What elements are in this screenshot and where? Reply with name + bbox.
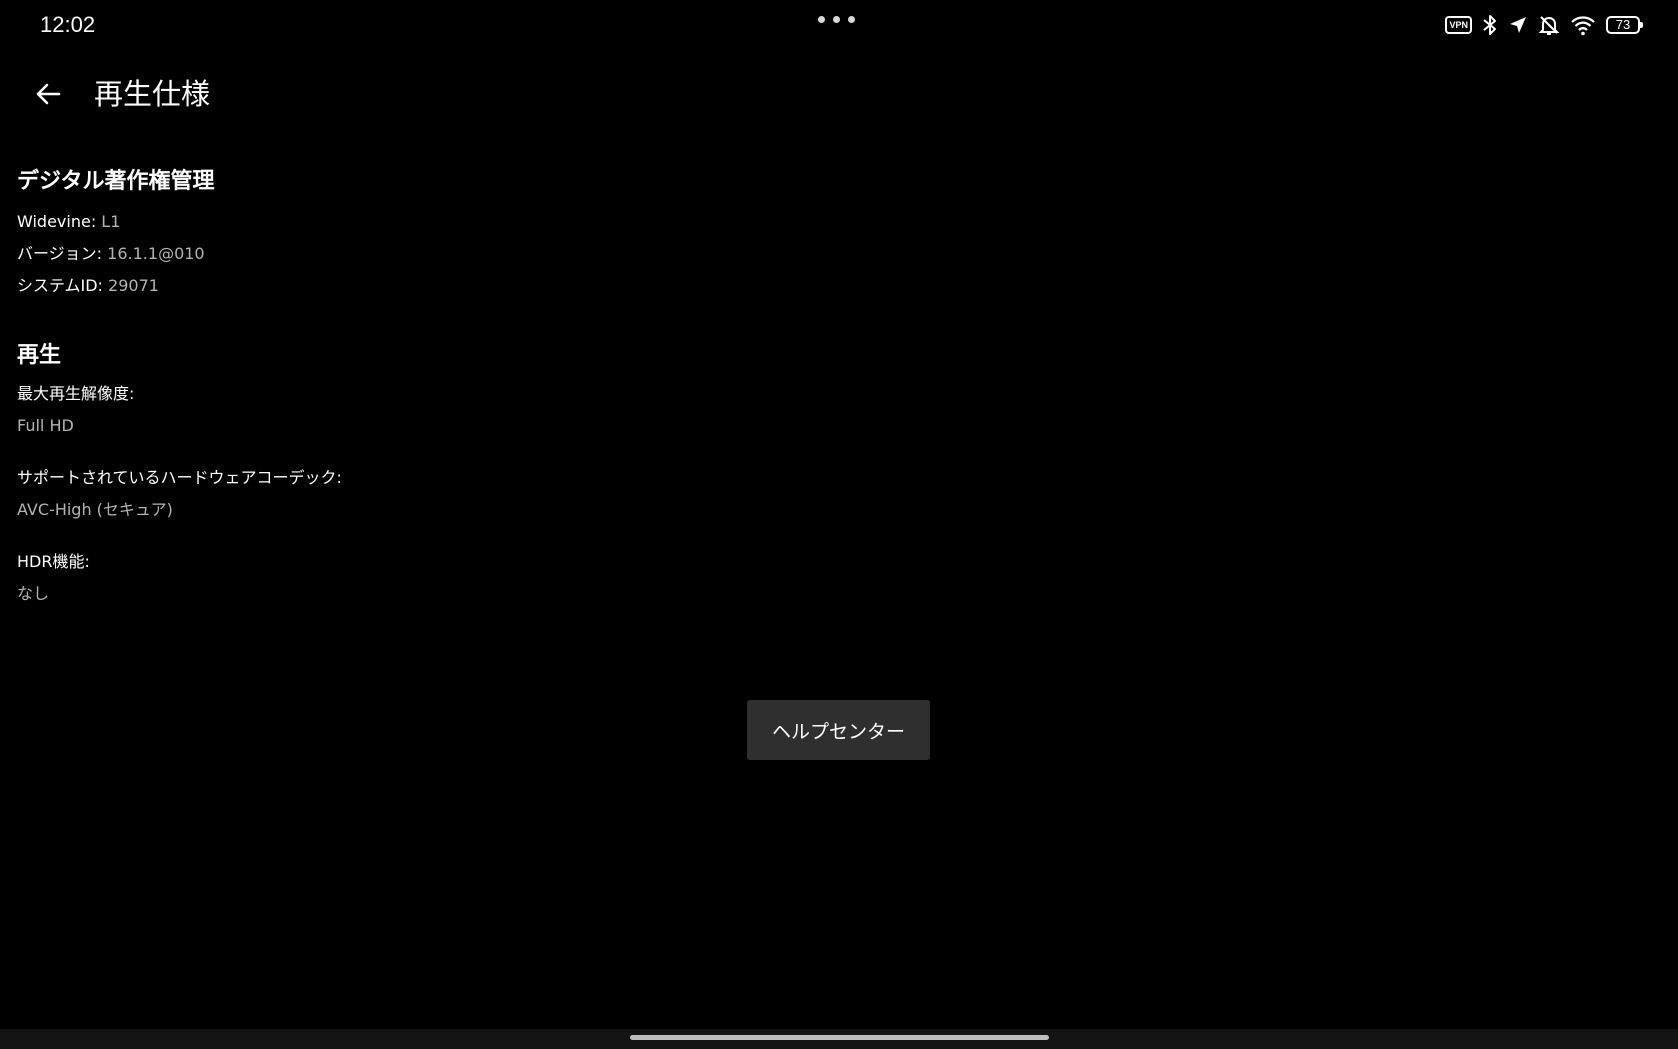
hdr-item: HDR機能: なし [17,546,717,610]
status-bar: 12:02 VPN 73 [0,0,1678,56]
max-resolution-item: 最大再生解像度: Full HD [17,378,717,442]
home-indicator[interactable] [630,1035,1049,1040]
battery-icon: 73 [1606,16,1643,34]
playback-spec-content: デジタル著作権管理 Widevine: L1 バージョン: 16.1.1@010… [17,164,717,630]
drm-section: デジタル著作権管理 Widevine: L1 バージョン: 16.1.1@010… [17,164,717,302]
playback-section-title: 再生 [17,343,62,368]
drm-system-id-key: システムID: [17,276,103,295]
bell-off-icon [1538,16,1560,35]
navigation-bar [0,1029,1678,1049]
drm-system-id-value: 29071 [108,276,159,295]
help-center-button[interactable]: ヘルプセンター [747,700,930,760]
max-resolution-label: 最大再生解像度: [17,384,135,403]
hardware-codec-label: サポートされているハードウェアコーデック: [17,468,342,487]
drm-section-title: デジタル著作権管理 [17,169,215,194]
hdr-label: HDR機能: [17,552,90,571]
hardware-codec-item: サポートされているハードウェアコーデック: AVC-High (セキュア) [17,462,717,526]
drm-version-value: 16.1.1@010 [107,244,205,263]
multitask-dots-icon[interactable] [818,16,855,23]
wifi-icon [1571,16,1595,36]
max-resolution-value: Full HD [17,416,74,435]
vpn-icon: VPN [1445,16,1472,34]
drm-version-key: バージョン: [17,244,103,263]
bluetooth-icon [1483,15,1496,35]
status-icons: VPN 73 [1445,14,1643,36]
location-arrow-icon [1510,17,1526,33]
back-button[interactable] [26,72,70,116]
drm-version-row: バージョン: 16.1.1@010 [17,238,717,270]
drm-system-id-row: システムID: 29071 [17,270,717,302]
arrow-left-icon [36,83,61,105]
app-bar: 再生仕様 [0,62,1678,126]
status-time: 12:02 [40,12,96,37]
hardware-codec-value: AVC-High (セキュア) [17,500,173,519]
playback-section: 再生 最大再生解像度: Full HD サポートされているハードウェアコーデック… [17,338,717,610]
drm-widevine-row: Widevine: L1 [17,206,717,238]
page-title: 再生仕様 [94,77,211,111]
drm-widevine-key: Widevine: [17,212,97,231]
drm-widevine-value: L1 [101,212,121,231]
hdr-value: なし [17,584,50,603]
